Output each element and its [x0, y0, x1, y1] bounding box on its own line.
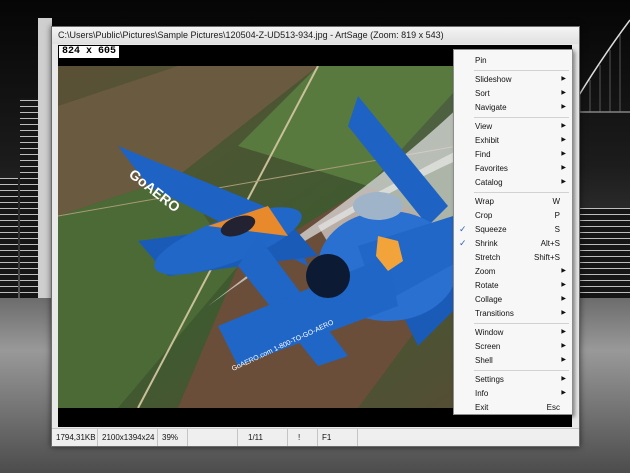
submenu-arrow-icon: ▶: [561, 268, 566, 274]
submenu-arrow-icon: ▶: [561, 282, 566, 288]
menu-item-label: Window: [475, 328, 504, 337]
menu-item-info[interactable]: Info ▶: [454, 387, 572, 400]
menu-item-label: Slideshow: [475, 75, 512, 84]
menu-item-stretch[interactable]: Stretch Shift+S: [454, 251, 572, 264]
submenu-arrow-icon: ▶: [561, 310, 566, 316]
menu-item-label: Find: [475, 150, 491, 159]
menu-item-find[interactable]: Find ▶: [454, 148, 572, 161]
submenu-arrow-icon: ▶: [561, 76, 566, 82]
menu-item-label: Settings: [475, 375, 504, 384]
building: [578, 208, 630, 298]
menu-item-crop[interactable]: Crop P: [454, 209, 572, 222]
menu-item-label: Catalog: [475, 178, 503, 187]
status-empty: [188, 429, 238, 446]
status-zoom: 39%: [158, 429, 188, 446]
submenu-arrow-icon: ▶: [561, 296, 566, 302]
menu-item-label: Info: [475, 389, 489, 398]
menu-separator: [474, 117, 569, 118]
menu-item-label: View: [475, 122, 493, 131]
menu-item-label: Pin: [475, 56, 487, 65]
menu-item-label: Favorites: [475, 164, 508, 173]
spire-building: [38, 18, 52, 298]
menu-item-screen[interactable]: Screen ▶: [454, 340, 572, 353]
menu-item-label: Sort: [475, 89, 490, 98]
image-dimensions-label: 824 x 605: [59, 46, 120, 58]
submenu-arrow-icon: ▶: [561, 165, 566, 171]
submenu-arrow-icon: ▶: [561, 104, 566, 110]
menu-item-settings[interactable]: Settings ▶: [454, 373, 572, 386]
status-position: 1/11: [238, 429, 288, 446]
menu-item-shortcut: S: [554, 225, 560, 234]
menu-item-window[interactable]: Window ▶: [454, 326, 572, 339]
menu-item-shortcut: P: [554, 211, 560, 220]
menu-separator: [474, 70, 569, 71]
menu-item-catalog[interactable]: Catalog ▶: [454, 176, 572, 189]
menu-item-wrap[interactable]: Wrap W: [454, 195, 572, 208]
menu-item-shortcut: Shift+S: [533, 253, 560, 262]
menu-item-label: Wrap: [475, 197, 494, 206]
submenu-arrow-icon: ▶: [561, 123, 566, 129]
menu-item-label: Zoom: [475, 267, 496, 276]
status-file-size: 1794,31KB: [52, 429, 98, 446]
menu-item-label: Exhibit: [475, 136, 500, 145]
menu-item-shortcut: Alt+S: [540, 239, 560, 248]
menu-item-label: Crop: [475, 211, 493, 220]
menu-item-collage[interactable]: Collage ▶: [454, 293, 572, 306]
menu-item-label: Rotate: [475, 281, 499, 290]
menu-item-shrink[interactable]: ✓ Shrink Alt+S: [454, 237, 572, 250]
window-title: C:\Users\Public\Pictures\Sample Pictures…: [52, 27, 579, 44]
menu-item-label: Exit: [475, 403, 489, 412]
menu-item-shortcut: W: [552, 197, 560, 206]
status-help-key: F1: [318, 429, 358, 446]
submenu-arrow-icon: ▶: [561, 343, 566, 349]
submenu-arrow-icon: ▶: [561, 376, 566, 382]
menu-item-label: Transitions: [475, 309, 514, 318]
menu-item-sort[interactable]: Sort ▶: [454, 87, 572, 100]
checkmark-icon: ✓: [459, 238, 467, 248]
submenu-arrow-icon: ▶: [561, 390, 566, 396]
menu-item-favorites[interactable]: Favorites ▶: [454, 162, 572, 175]
building: [0, 178, 18, 298]
menu-item-exhibit[interactable]: Exhibit ▶: [454, 134, 572, 147]
submenu-arrow-icon: ▶: [561, 179, 566, 185]
status-bar: 1794,31KB 2100x1394x24 39% 1/11 ! F1: [52, 428, 579, 446]
submenu-arrow-icon: ▶: [561, 151, 566, 157]
menu-separator: [474, 370, 569, 371]
status-image-dimensions: 2100x1394x24: [98, 429, 158, 446]
menu-item-shell[interactable]: Shell ▶: [454, 354, 572, 367]
menu-separator: [474, 323, 569, 324]
status-flag: !: [288, 429, 318, 446]
menu-item-shortcut: Esc: [546, 403, 560, 412]
menu-item-label: Collage: [475, 295, 503, 304]
menu-item-rotate[interactable]: Rotate ▶: [454, 279, 572, 292]
menu-item-label: Stretch: [475, 253, 501, 262]
submenu-arrow-icon: ▶: [561, 137, 566, 143]
menu-item-exit[interactable]: Exit Esc: [454, 401, 572, 414]
menu-item-view[interactable]: View ▶: [454, 120, 572, 133]
submenu-arrow-icon: ▶: [561, 357, 566, 363]
menu-item-pin[interactable]: Pin: [454, 54, 572, 67]
menu-item-transitions[interactable]: Transitions ▶: [454, 307, 572, 320]
menu-item-label: Screen: [475, 342, 501, 351]
checkmark-icon: ✓: [459, 224, 467, 234]
menu-item-label: Shrink: [475, 239, 498, 248]
submenu-arrow-icon: ▶: [561, 329, 566, 335]
menu-item-navigate[interactable]: Navigate ▶: [454, 101, 572, 114]
menu-item-zoom[interactable]: Zoom ▶: [454, 265, 572, 278]
menu-item-label: Squeeze: [475, 225, 507, 234]
submenu-arrow-icon: ▶: [561, 90, 566, 96]
menu-item-squeeze[interactable]: ✓ Squeeze S: [454, 223, 572, 236]
context-menu[interactable]: Pin Slideshow ▶ Sort ▶ Navigate ▶ View ▶ Exhibit ▶…: [453, 49, 573, 415]
menu-separator: [474, 192, 569, 193]
menu-item-label: Navigate: [475, 103, 507, 112]
menu-item-slideshow[interactable]: Slideshow ▶: [454, 73, 572, 86]
menu-item-label: Shell: [475, 356, 493, 365]
